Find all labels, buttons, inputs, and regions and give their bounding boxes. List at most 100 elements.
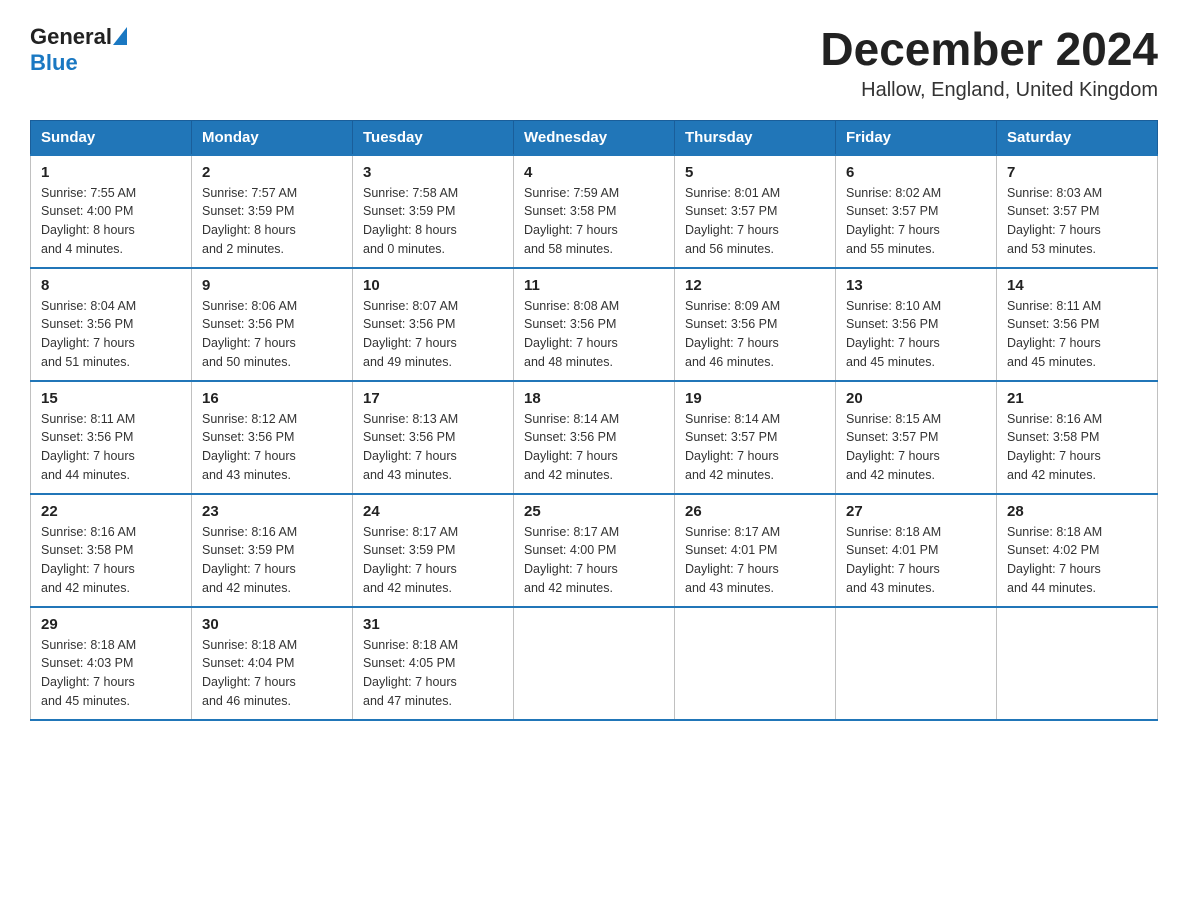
day-number: 24 bbox=[363, 503, 503, 520]
day-cell-10: 10 Sunrise: 8:07 AMSunset: 3:56 PMDayligh… bbox=[353, 268, 514, 381]
day-info: Sunrise: 7:57 AMSunset: 3:59 PMDaylight:… bbox=[202, 184, 342, 259]
day-cell-27: 27Sunrise: 8:18 AMSunset: 4:01 PMDayligh… bbox=[836, 494, 997, 607]
day-cell-22: 22Sunrise: 8:16 AMSunset: 3:58 PMDayligh… bbox=[31, 494, 192, 607]
day-info: Sunrise: 8:16 AMSunset: 3:58 PMDaylight:… bbox=[1007, 410, 1147, 485]
day-number: 7 bbox=[1007, 164, 1147, 181]
day-info: Sunrise: 8:17 AMSunset: 4:00 PMDaylight:… bbox=[524, 523, 664, 598]
day-cell-25: 25 Sunrise: 8:17 AMSunset: 4:00 PMDayligh… bbox=[514, 494, 675, 607]
day-info: Sunrise: 8:17 AMSunset: 4:01 PMDaylight:… bbox=[685, 523, 825, 598]
day-info: Sunrise: 8:10 AMSunset: 3:56 PMDaylight:… bbox=[846, 297, 986, 372]
title-area: December 2024 Hallow, England, United Ki… bbox=[820, 24, 1158, 102]
week-row-5: 29Sunrise: 8:18 AMSunset: 4:03 PMDayligh… bbox=[31, 607, 1158, 720]
day-number: 22 bbox=[41, 503, 181, 520]
week-row-1: 1 Sunrise: 7:55 AMSunset: 4:00 PMDaylight… bbox=[31, 155, 1158, 268]
day-number: 30 bbox=[202, 616, 342, 633]
calendar-table: SundayMondayTuesdayWednesdayThursdayFrid… bbox=[30, 120, 1158, 721]
week-row-4: 22Sunrise: 8:16 AMSunset: 3:58 PMDayligh… bbox=[31, 494, 1158, 607]
col-header-friday: Friday bbox=[836, 120, 997, 155]
day-cell-31: 31Sunrise: 8:18 AMSunset: 4:05 PMDayligh… bbox=[353, 607, 514, 720]
day-cell-29: 29Sunrise: 8:18 AMSunset: 4:03 PMDayligh… bbox=[31, 607, 192, 720]
empty-cell bbox=[997, 607, 1158, 720]
day-info: Sunrise: 8:14 AMSunset: 3:56 PMDaylight:… bbox=[524, 410, 664, 485]
day-cell-13: 13Sunrise: 8:10 AMSunset: 3:56 PMDayligh… bbox=[836, 268, 997, 381]
day-info: Sunrise: 8:07 AMSunset: 3:56 PMDaylight:… bbox=[363, 297, 503, 372]
calendar-title: December 2024 bbox=[820, 24, 1158, 75]
day-number: 19 bbox=[685, 390, 825, 407]
day-number: 8 bbox=[41, 277, 181, 294]
day-cell-2: 2 Sunrise: 7:57 AMSunset: 3:59 PMDaylight… bbox=[192, 155, 353, 268]
day-number: 18 bbox=[524, 390, 664, 407]
day-info: Sunrise: 8:18 AMSunset: 4:04 PMDaylight:… bbox=[202, 636, 342, 711]
day-info: Sunrise: 8:01 AMSunset: 3:57 PMDaylight:… bbox=[685, 184, 825, 259]
day-cell-8: 8 Sunrise: 8:04 AMSunset: 3:56 PMDaylight… bbox=[31, 268, 192, 381]
day-number: 26 bbox=[685, 503, 825, 520]
day-number: 2 bbox=[202, 164, 342, 181]
day-info: Sunrise: 8:02 AMSunset: 3:57 PMDaylight:… bbox=[846, 184, 986, 259]
day-info: Sunrise: 8:13 AMSunset: 3:56 PMDaylight:… bbox=[363, 410, 503, 485]
calendar-header-row: SundayMondayTuesdayWednesdayThursdayFrid… bbox=[31, 120, 1158, 155]
day-cell-6: 6 Sunrise: 8:02 AMSunset: 3:57 PMDaylight… bbox=[836, 155, 997, 268]
day-cell-15: 15 Sunrise: 8:11 AMSunset: 3:56 PMDayligh… bbox=[31, 381, 192, 494]
day-info: Sunrise: 8:14 AMSunset: 3:57 PMDaylight:… bbox=[685, 410, 825, 485]
day-number: 12 bbox=[685, 277, 825, 294]
empty-cell bbox=[675, 607, 836, 720]
col-header-saturday: Saturday bbox=[997, 120, 1158, 155]
col-header-thursday: Thursday bbox=[675, 120, 836, 155]
day-cell-4: 4 Sunrise: 7:59 AMSunset: 3:58 PMDaylight… bbox=[514, 155, 675, 268]
day-info: Sunrise: 8:12 AMSunset: 3:56 PMDaylight:… bbox=[202, 410, 342, 485]
day-number: 14 bbox=[1007, 277, 1147, 294]
day-cell-16: 16 Sunrise: 8:12 AMSunset: 3:56 PMDayligh… bbox=[192, 381, 353, 494]
day-info: Sunrise: 7:55 AMSunset: 4:00 PMDaylight:… bbox=[41, 184, 181, 259]
day-number: 10 bbox=[363, 277, 503, 294]
day-info: Sunrise: 8:04 AMSunset: 3:56 PMDaylight:… bbox=[41, 297, 181, 372]
page: General Blue December 2024 Hallow, Engla… bbox=[0, 0, 1188, 745]
day-cell-30: 30 Sunrise: 8:18 AMSunset: 4:04 PMDayligh… bbox=[192, 607, 353, 720]
day-cell-11: 11 Sunrise: 8:08 AMSunset: 3:56 PMDayligh… bbox=[514, 268, 675, 381]
header: General Blue December 2024 Hallow, Engla… bbox=[30, 24, 1158, 102]
day-info: Sunrise: 8:15 AMSunset: 3:57 PMDaylight:… bbox=[846, 410, 986, 485]
day-number: 9 bbox=[202, 277, 342, 294]
day-info: Sunrise: 8:18 AMSunset: 4:05 PMDaylight:… bbox=[363, 636, 503, 711]
empty-cell bbox=[514, 607, 675, 720]
day-cell-24: 24Sunrise: 8:17 AMSunset: 3:59 PMDayligh… bbox=[353, 494, 514, 607]
day-cell-21: 21 Sunrise: 8:16 AMSunset: 3:58 PMDayligh… bbox=[997, 381, 1158, 494]
day-number: 25 bbox=[524, 503, 664, 520]
day-info: Sunrise: 8:11 AMSunset: 3:56 PMDaylight:… bbox=[1007, 297, 1147, 372]
day-info: Sunrise: 7:58 AMSunset: 3:59 PMDaylight:… bbox=[363, 184, 503, 259]
day-cell-1: 1 Sunrise: 7:55 AMSunset: 4:00 PMDaylight… bbox=[31, 155, 192, 268]
col-header-wednesday: Wednesday bbox=[514, 120, 675, 155]
day-number: 4 bbox=[524, 164, 664, 181]
day-cell-7: 7 Sunrise: 8:03 AMSunset: 3:57 PMDaylight… bbox=[997, 155, 1158, 268]
day-number: 3 bbox=[363, 164, 503, 181]
week-row-3: 15 Sunrise: 8:11 AMSunset: 3:56 PMDayligh… bbox=[31, 381, 1158, 494]
logo-area: General Blue bbox=[30, 24, 127, 76]
day-info: Sunrise: 8:06 AMSunset: 3:56 PMDaylight:… bbox=[202, 297, 342, 372]
day-number: 16 bbox=[202, 390, 342, 407]
day-number: 6 bbox=[846, 164, 986, 181]
day-cell-17: 17 Sunrise: 8:13 AMSunset: 3:56 PMDayligh… bbox=[353, 381, 514, 494]
day-cell-20: 20 Sunrise: 8:15 AMSunset: 3:57 PMDayligh… bbox=[836, 381, 997, 494]
col-header-sunday: Sunday bbox=[31, 120, 192, 155]
day-cell-12: 12 Sunrise: 8:09 AMSunset: 3:56 PMDayligh… bbox=[675, 268, 836, 381]
day-info: Sunrise: 8:03 AMSunset: 3:57 PMDaylight:… bbox=[1007, 184, 1147, 259]
day-number: 20 bbox=[846, 390, 986, 407]
day-cell-26: 26 Sunrise: 8:17 AMSunset: 4:01 PMDayligh… bbox=[675, 494, 836, 607]
day-info: Sunrise: 8:16 AMSunset: 3:59 PMDaylight:… bbox=[202, 523, 342, 598]
day-number: 11 bbox=[524, 277, 664, 294]
day-number: 17 bbox=[363, 390, 503, 407]
day-cell-23: 23Sunrise: 8:16 AMSunset: 3:59 PMDayligh… bbox=[192, 494, 353, 607]
day-number: 1 bbox=[41, 164, 181, 181]
day-number: 29 bbox=[41, 616, 181, 633]
day-info: Sunrise: 8:08 AMSunset: 3:56 PMDaylight:… bbox=[524, 297, 664, 372]
week-row-2: 8 Sunrise: 8:04 AMSunset: 3:56 PMDaylight… bbox=[31, 268, 1158, 381]
day-info: Sunrise: 8:11 AMSunset: 3:56 PMDaylight:… bbox=[41, 410, 181, 485]
day-info: Sunrise: 8:18 AMSunset: 4:01 PMDaylight:… bbox=[846, 523, 986, 598]
day-info: Sunrise: 8:09 AMSunset: 3:56 PMDaylight:… bbox=[685, 297, 825, 372]
day-info: Sunrise: 7:59 AMSunset: 3:58 PMDaylight:… bbox=[524, 184, 664, 259]
logo-triangle-icon bbox=[113, 27, 127, 45]
day-number: 15 bbox=[41, 390, 181, 407]
logo-general: General bbox=[30, 24, 112, 50]
calendar-subtitle: Hallow, England, United Kingdom bbox=[820, 79, 1158, 102]
day-number: 21 bbox=[1007, 390, 1147, 407]
day-cell-18: 18 Sunrise: 8:14 AMSunset: 3:56 PMDayligh… bbox=[514, 381, 675, 494]
